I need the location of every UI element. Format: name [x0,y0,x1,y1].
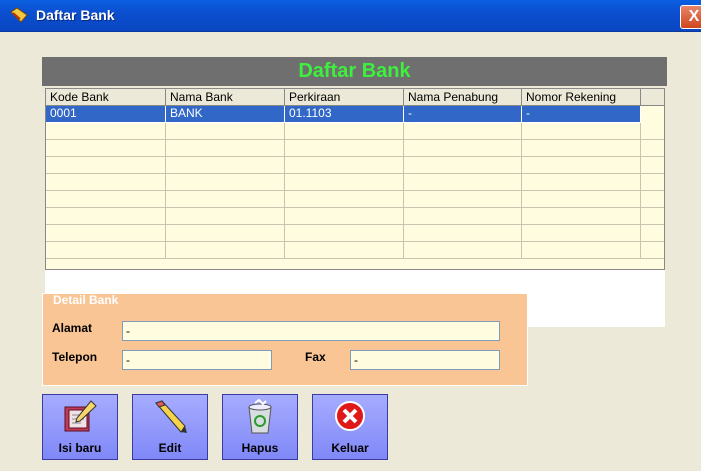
empty-cell [522,123,641,140]
notebook-pen-icon [64,400,97,432]
grid-body[interactable]: Kode Bank Nama Bank Perkiraan Nama Penab… [45,88,665,270]
empty-cell [285,140,404,157]
empty-cell [641,208,664,225]
empty-cell [46,123,166,140]
empty-cell [285,123,404,140]
empty-row [46,242,664,259]
keluar-label: Keluar [331,441,369,455]
cell-nomor-rekening: - [522,106,641,123]
empty-cell [46,208,166,225]
empty-row [46,157,664,174]
empty-cell [641,225,664,242]
fax-label: Fax [305,350,326,364]
empty-cell [46,140,166,157]
alamat-field[interactable]: - [122,321,500,341]
empty-cell [166,208,285,225]
hapus-button[interactable]: Hapus [222,394,298,460]
empty-cell [285,191,404,208]
empty-cell [641,157,664,174]
empty-row [46,191,664,208]
empty-cell [522,157,641,174]
empty-cell [166,225,285,242]
empty-cell [46,242,166,259]
grid-title: Daftar Bank [42,57,667,86]
empty-cell [46,191,166,208]
empty-cell [166,174,285,191]
close-button[interactable]: X [680,5,701,29]
empty-cell [285,157,404,174]
empty-cell [522,191,641,208]
empty-cell [641,242,664,259]
bank-grid[interactable]: Kode Bank Nama Bank Perkiraan Nama Penab… [45,88,665,327]
empty-cell [285,174,404,191]
window-title: Daftar Bank [36,7,115,23]
empty-cell [641,174,664,191]
empty-row [46,140,664,157]
empty-cell [404,242,522,259]
cell-nama-bank: BANK [166,106,285,123]
folder-icon [10,7,28,23]
bank-grid-panel: Daftar Bank Kode Bank Nama Bank Perkiraa… [42,57,667,327]
empty-cell [641,140,664,157]
empty-cell [166,140,285,157]
column-header-spacer [641,89,664,106]
empty-cell [641,191,664,208]
empty-row [46,174,664,191]
empty-cell [404,174,522,191]
detail-legend: Detail Bank [53,293,119,307]
detail-bank-group: Detail Bank Alamat - Telepon - Fax - [42,293,528,386]
isi-baru-label: Isi baru [58,441,102,455]
alamat-label: Alamat [52,321,93,335]
isi-baru-button[interactable]: Isi baru [42,394,118,460]
column-header-kode-bank[interactable]: Kode Bank [46,89,166,106]
empty-cell [404,157,522,174]
close-circle-icon [335,401,365,431]
empty-row [46,123,664,140]
empty-cell [522,242,641,259]
empty-row [46,225,664,242]
edit-button[interactable]: Edit [132,394,208,460]
empty-cell [46,157,166,174]
keluar-button[interactable]: Keluar [312,394,388,460]
telepon-label: Telepon [52,350,98,364]
title-bar[interactable]: Daftar Bank X [0,0,701,32]
empty-cell [404,208,522,225]
cell-kode-bank: 0001 [46,106,166,123]
empty-cell [404,123,522,140]
empty-cell [166,157,285,174]
recycle-bin-icon [248,399,272,434]
hapus-label: Hapus [241,441,279,455]
column-header-nama-bank[interactable]: Nama Bank [166,89,285,106]
close-icon: X [688,8,700,25]
empty-cell [404,140,522,157]
telepon-field[interactable]: - [122,350,272,370]
empty-cell [166,242,285,259]
empty-cell [404,225,522,242]
cell-nama-penabung: - [404,106,522,123]
empty-cell [166,191,285,208]
empty-row [46,208,664,225]
empty-cell [46,174,166,191]
empty-cell [522,174,641,191]
fax-field[interactable]: - [350,350,500,370]
empty-cell [522,140,641,157]
empty-cell [46,225,166,242]
cell-perkiraan: 01.1103 [285,106,404,123]
empty-cell [522,208,641,225]
column-header-nomor-rekening[interactable]: Nomor Rekening [522,89,641,106]
column-header-perkiraan[interactable]: Perkiraan [285,89,404,106]
empty-cell [522,225,641,242]
edit-label: Edit [158,441,182,455]
table-row[interactable]: 0001 BANK 01.1103 - - [46,106,641,123]
empty-cell [285,242,404,259]
column-header-nama-penabung[interactable]: Nama Penabung [404,89,522,106]
empty-cell [166,123,285,140]
empty-cell [285,225,404,242]
empty-cell [641,123,664,140]
empty-cell [285,208,404,225]
empty-cell [404,191,522,208]
pencil-icon [155,400,187,433]
